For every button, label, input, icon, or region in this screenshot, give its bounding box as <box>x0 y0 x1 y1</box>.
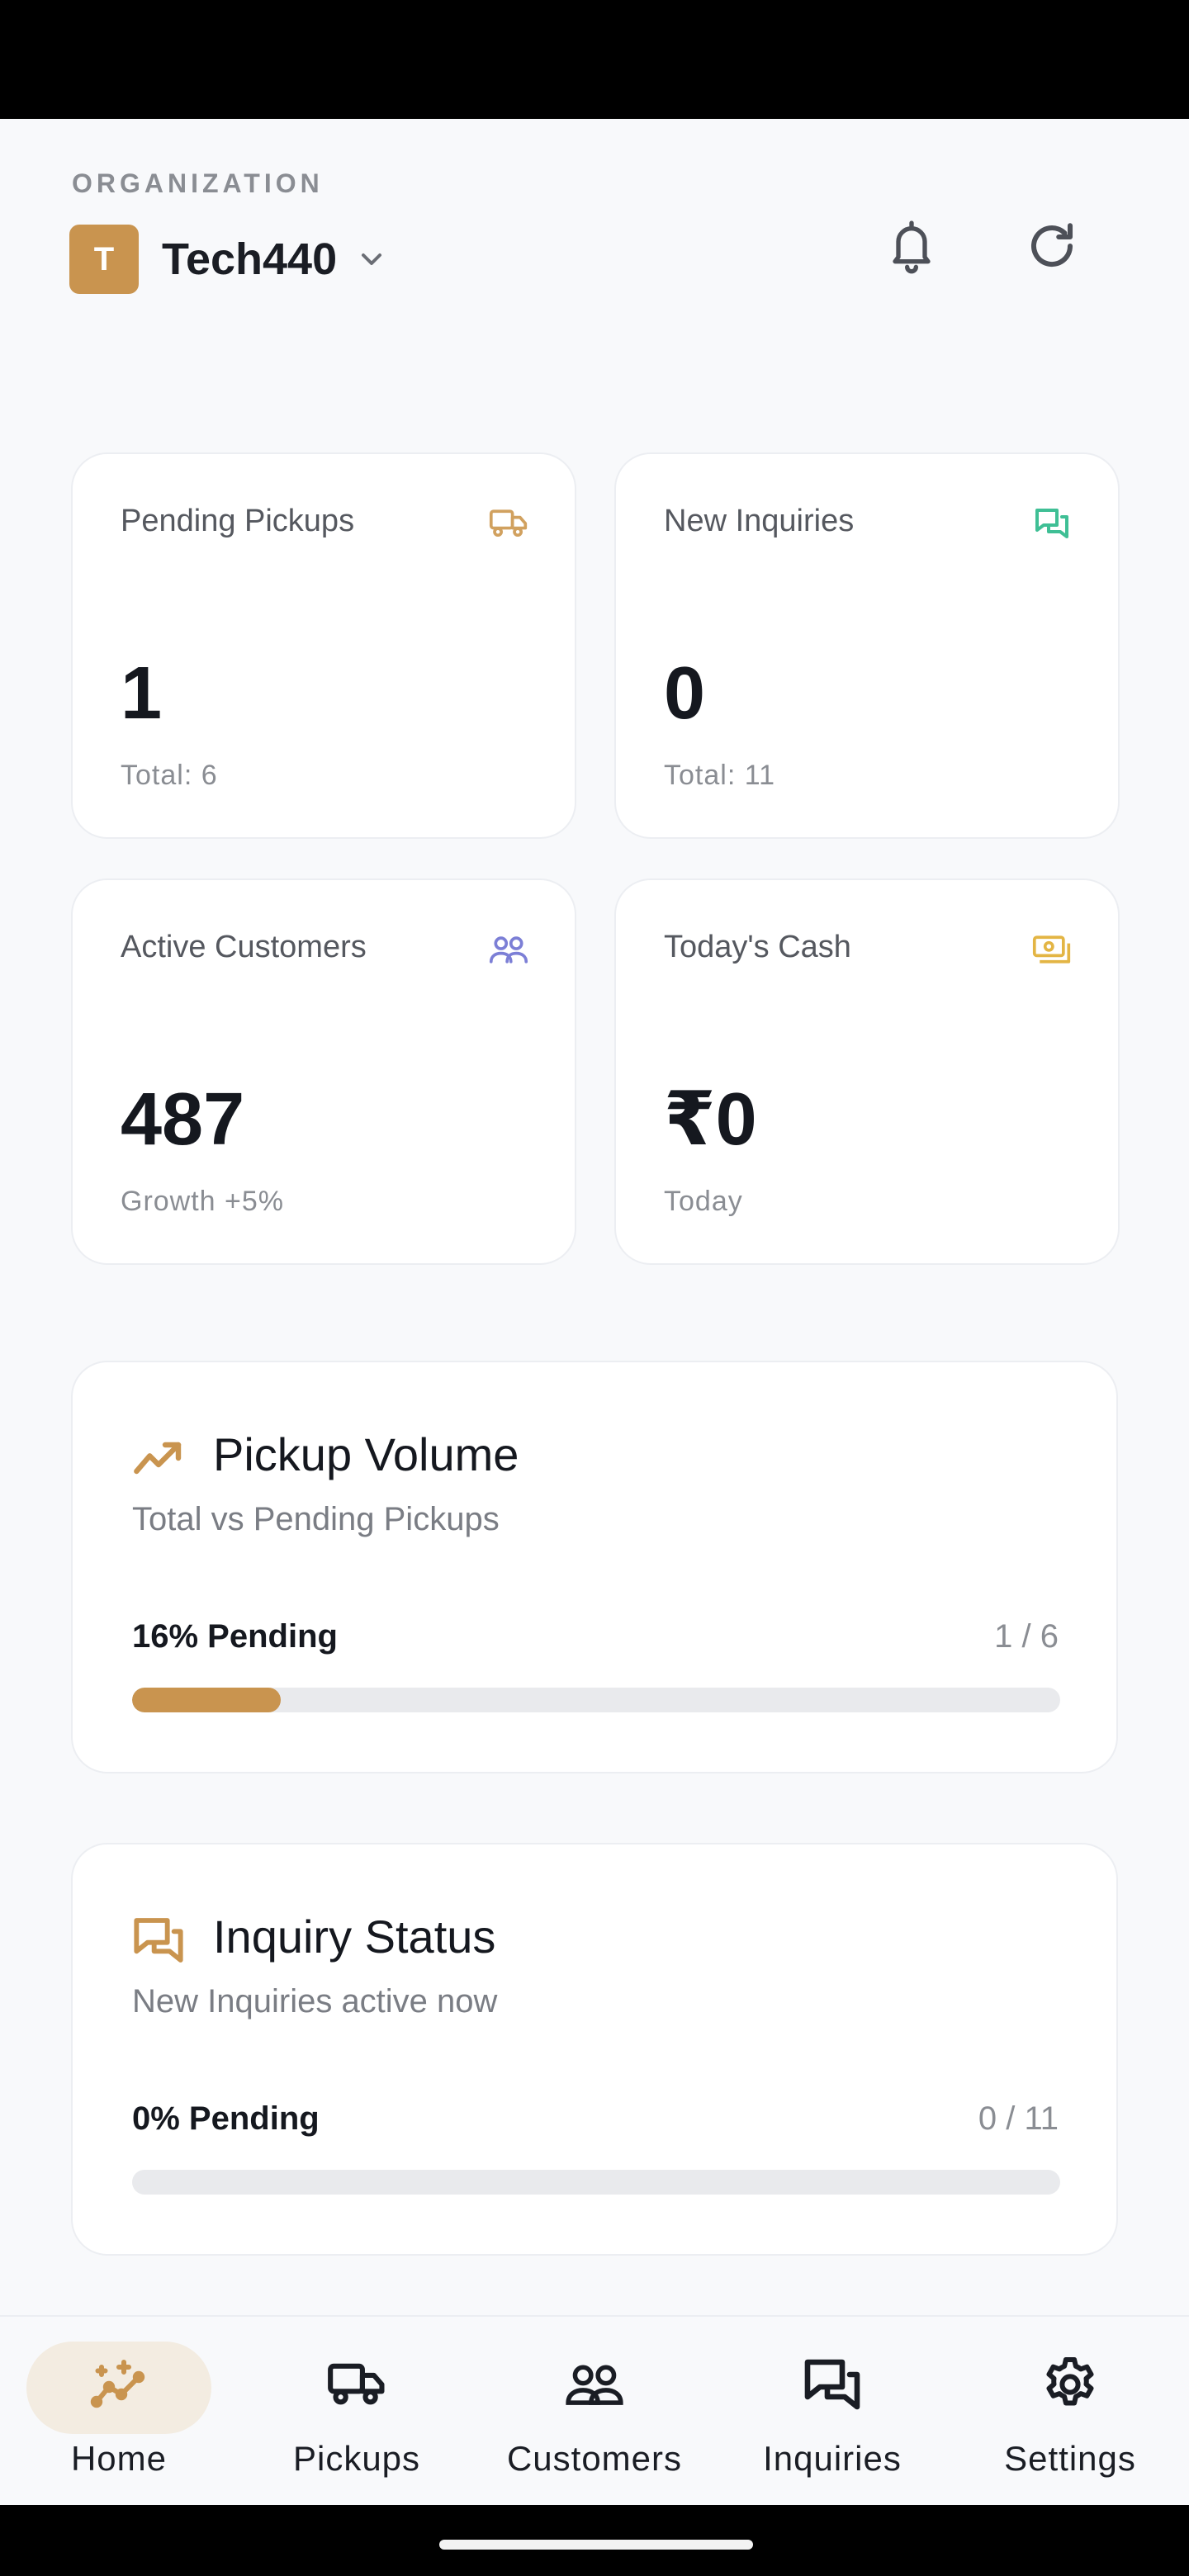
stat-value: 1 <box>121 652 163 735</box>
progress-track <box>132 2170 1060 2195</box>
bell-icon <box>893 220 931 274</box>
organization-label: ORGANIZATION <box>72 168 324 198</box>
card-subtitle: Total vs Pending Pickups <box>132 1501 500 1537</box>
nav-label: Pickups <box>292 2439 421 2478</box>
trend-up-icon <box>134 1442 182 1475</box>
pending-count: 0 / 11 <box>978 2100 1059 2137</box>
stat-label: Active Customers <box>121 930 367 964</box>
pending-count: 1 / 6 <box>994 1618 1059 1655</box>
truck-icon <box>328 2363 385 2405</box>
nav-customers[interactable]: Customers <box>476 2317 713 2505</box>
nav-label: Settings <box>1004 2439 1136 2478</box>
users-icon <box>489 936 528 964</box>
stat-subtext: Total: 6 <box>121 760 218 791</box>
stat-subtext: Today <box>664 1186 743 1217</box>
home-indicator[interactable] <box>439 2540 753 2550</box>
chat-icon <box>804 2359 860 2410</box>
refresh-button[interactable] <box>1012 206 1092 286</box>
chevron-down-icon[interactable] <box>355 243 388 276</box>
stat-card-pending-pickups[interactable]: Pending Pickups 1 Total: 6 <box>71 452 576 839</box>
stat-label: Pending Pickups <box>121 504 355 538</box>
truck-icon <box>489 509 528 537</box>
chat-icon <box>134 1918 183 1963</box>
notifications-button[interactable] <box>872 206 951 286</box>
progress-fill <box>132 1688 281 1712</box>
cash-icon <box>1032 935 1071 964</box>
stat-card-new-inquiries[interactable]: New Inquiries 0 Total: 11 <box>614 452 1120 839</box>
progress-track <box>132 1688 1060 1712</box>
analytics-sparkle-icon <box>90 2360 145 2408</box>
card-title: Pickup Volume <box>213 1428 519 1480</box>
stat-value: 487 <box>121 1078 245 1161</box>
stat-card-active-customers[interactable]: Active Customers 487 Growth +5% <box>71 878 576 1265</box>
bottom-navigation: Home Pickups Customers Inquiries Setting… <box>0 2315 1189 2505</box>
stat-subtext: Total: 11 <box>664 760 776 791</box>
card-subtitle: New Inquiries active now <box>132 1983 498 2020</box>
refresh-icon <box>1030 223 1073 268</box>
card-title: Inquiry Status <box>213 1911 496 1963</box>
nav-settings[interactable]: Settings <box>951 2317 1189 2505</box>
gesture-bar <box>0 2505 1189 2576</box>
percent-pending-label: 16% Pending <box>132 1618 338 1655</box>
stat-label: Today's Cash <box>664 930 851 964</box>
nav-label: Inquiries <box>763 2439 902 2478</box>
stat-label: New Inquiries <box>664 504 855 538</box>
org-name-selector[interactable]: Tech440 <box>162 230 337 289</box>
chat-icon <box>1035 509 1068 538</box>
stat-card-todays-cash[interactable]: Today's Cash ₹0 Today <box>614 878 1120 1265</box>
nav-label: Home <box>70 2439 168 2478</box>
dashboard-screen: ORGANIZATION T Tech440 Pending Pickups 1… <box>0 119 1189 2505</box>
stat-value: ₹0 <box>664 1078 757 1161</box>
percent-pending-label: 0% Pending <box>132 2100 320 2137</box>
nav-label: Customers <box>506 2439 683 2478</box>
gear-icon <box>1046 2357 1094 2406</box>
status-bar <box>0 0 1189 119</box>
org-avatar[interactable]: T <box>69 225 139 294</box>
nav-inquiries[interactable]: Inquiries <box>713 2317 951 2505</box>
inquiry-status-card[interactable]: Inquiry Status New Inquiries active now … <box>71 1843 1118 2256</box>
nav-home[interactable]: Home <box>0 2317 238 2505</box>
stat-value: 0 <box>664 652 706 735</box>
stat-subtext: Growth +5% <box>121 1186 285 1217</box>
pickup-volume-card[interactable]: Pickup Volume Total vs Pending Pickups 1… <box>71 1361 1118 1773</box>
users-icon <box>566 2365 623 2405</box>
nav-pickups[interactable]: Pickups <box>238 2317 476 2505</box>
